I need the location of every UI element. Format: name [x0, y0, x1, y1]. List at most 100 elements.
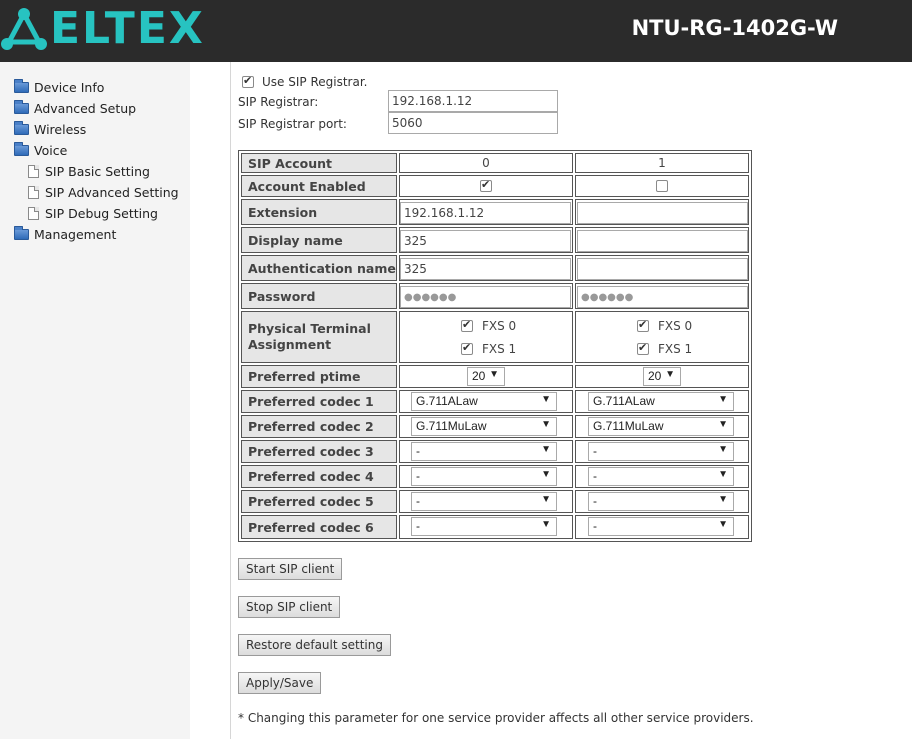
dropdown-arrow-icon: ▼	[541, 469, 551, 480]
account-1-enabled-checkbox[interactable]	[656, 180, 668, 192]
account-1-fxs0-label: FXS 0	[658, 319, 693, 333]
account-1-codec3-select[interactable]: - ▼	[588, 442, 734, 461]
sidebar-item-label: Device Info	[34, 79, 105, 95]
account-0-ptime-value: 20	[472, 369, 486, 383]
stop-sip-client-button[interactable]: Stop SIP client	[238, 596, 341, 618]
row-header-codec-1: Preferred codec 1	[241, 390, 397, 413]
dropdown-arrow-icon: ▼	[665, 369, 675, 380]
row-header-codec-3: Preferred codec 3	[241, 440, 397, 463]
restore-default-button[interactable]: Restore default setting	[238, 634, 391, 656]
logo-text: ELTEX	[50, 3, 205, 54]
sidebar-item-management[interactable]: Management	[14, 225, 116, 243]
folder-icon	[14, 78, 29, 93]
account-1-display-name-input[interactable]	[577, 230, 748, 252]
dropdown-arrow-icon: ▼	[718, 469, 728, 480]
account-1-fxs1-checkbox[interactable]	[637, 341, 649, 355]
dropdown-arrow-icon: ▼	[718, 519, 728, 530]
account-0-fxs1-label: FXS 1	[482, 342, 517, 356]
device-model: NTU-RG-1402G-W	[631, 16, 838, 40]
account-0-fxs0[interactable]: FXS 0	[461, 318, 517, 333]
account-0-password-input[interactable]: ●●●●●●	[400, 286, 571, 308]
apply-save-button[interactable]: Apply/Save	[238, 672, 322, 694]
sip-registrar-port-label: SIP Registrar port:	[238, 117, 347, 131]
page-icon	[28, 164, 39, 178]
account-0-enabled-checkbox[interactable]	[480, 178, 492, 192]
account-0-codec5-select[interactable]: - ▼	[411, 492, 557, 511]
sidebar-item-sip-basic-setting[interactable]: SIP Basic Setting	[28, 162, 150, 180]
account-1-codec4-select[interactable]: - ▼	[588, 467, 734, 486]
account-1-codec1-value: G.711ALaw	[593, 394, 655, 408]
sidebar-item-label: SIP Debug Setting	[45, 205, 158, 221]
account-0-codec1-value: G.711ALaw	[416, 394, 478, 408]
sidebar-item-wireless[interactable]: Wireless	[14, 120, 86, 138]
account-1-codec1-select[interactable]: G.711ALaw ▼	[588, 392, 734, 411]
account-0-codec2-select[interactable]: G.711MuLaw ▼	[411, 417, 557, 436]
account-0-fxs1-checkbox[interactable]	[461, 341, 473, 355]
dropdown-arrow-icon: ▼	[718, 419, 728, 430]
row-header-codec-4: Preferred codec 4	[241, 465, 397, 488]
account-0-display-name-input[interactable]: 325	[400, 230, 571, 252]
account-1-fxs0[interactable]: FXS 0	[637, 318, 693, 333]
use-sip-registrar-checkbox[interactable]	[242, 74, 254, 88]
row-header-display-name: Display name	[241, 227, 397, 253]
folder-open-icon	[14, 141, 29, 156]
folder-icon	[14, 99, 29, 114]
account-1-codec4-value: -	[593, 469, 597, 483]
account-0-fxs0-checkbox[interactable]	[461, 318, 473, 332]
account-1-codec6-value: -	[593, 519, 597, 533]
account-0-extension-input[interactable]: 192.168.1.12	[400, 202, 571, 224]
sip-registrar-label: SIP Registrar:	[238, 95, 319, 109]
account-0-id: 0	[399, 153, 573, 173]
folder-icon	[14, 225, 29, 240]
sidebar-item-label: Voice	[34, 142, 68, 158]
account-1-ptime-select[interactable]: 20 ▼	[643, 367, 681, 386]
account-0-enabled-cell	[399, 175, 573, 197]
account-1-codec2-value: G.711MuLaw	[593, 419, 664, 433]
sidebar-item-sip-advanced-setting[interactable]: SIP Advanced Setting	[28, 183, 179, 201]
sidebar-item-label: Wireless	[34, 121, 87, 137]
sip-registrar-port-input[interactable]: 5060	[388, 112, 558, 134]
account-0-codec6-value: -	[416, 519, 420, 533]
folder-icon	[14, 120, 29, 135]
account-1-fxs1[interactable]: FXS 1	[637, 341, 692, 356]
sidebar-item-label: Advanced Setup	[34, 100, 137, 116]
row-header-account-enabled: Account Enabled	[241, 175, 397, 197]
sidebar-item-sip-debug-setting[interactable]: SIP Debug Setting	[28, 204, 158, 222]
account-0-ptime-select[interactable]: 20 ▼	[467, 367, 505, 386]
account-0-codec3-select[interactable]: - ▼	[411, 442, 557, 461]
account-0-codec1-select[interactable]: G.711ALaw ▼	[411, 392, 557, 411]
content-divider	[230, 62, 231, 739]
sidebar-item-voice[interactable]: Voice	[14, 141, 67, 159]
row-header-sip-account: SIP Account	[241, 153, 397, 173]
account-1-extension-input[interactable]	[577, 202, 748, 224]
account-0-codec6-select[interactable]: - ▼	[411, 517, 557, 536]
dropdown-arrow-icon: ▼	[489, 369, 499, 380]
account-1-id: 1	[575, 153, 749, 173]
page-icon	[28, 206, 39, 220]
account-1-codec2-select[interactable]: G.711MuLaw ▼	[588, 417, 734, 436]
account-1-codec3-value: -	[593, 444, 597, 458]
row-header-extension: Extension	[241, 199, 397, 225]
account-1-auth-name-input[interactable]	[577, 258, 748, 280]
account-0-codec4-select[interactable]: - ▼	[411, 467, 557, 486]
account-1-password-input[interactable]: ●●●●●●	[577, 286, 748, 308]
row-header-codec-6: Preferred codec 6	[241, 515, 397, 539]
account-1-codec5-select[interactable]: - ▼	[588, 492, 734, 511]
sidebar-item-device-info[interactable]: Device Info	[14, 78, 104, 96]
account-0-auth-name-input[interactable]: 325	[400, 258, 571, 280]
row-header-password: Password	[241, 283, 397, 309]
account-1-ptime-value: 20	[648, 369, 662, 383]
account-1-codec6-select[interactable]: - ▼	[588, 517, 734, 536]
account-1-enabled-cell	[575, 175, 749, 197]
account-0-fxs0-label: FXS 0	[482, 319, 517, 333]
dropdown-arrow-icon: ▼	[718, 444, 728, 455]
sidebar-item-advanced-setup[interactable]: Advanced Setup	[14, 99, 136, 117]
account-1-codec5-value: -	[593, 494, 597, 508]
account-1-fxs0-checkbox[interactable]	[637, 318, 649, 332]
row-header-codec-5: Preferred codec 5	[241, 490, 397, 513]
start-sip-client-button[interactable]: Start SIP client	[238, 558, 343, 580]
dropdown-arrow-icon: ▼	[718, 394, 728, 405]
account-0-fxs1[interactable]: FXS 1	[461, 341, 517, 356]
dropdown-arrow-icon: ▼	[541, 519, 551, 530]
sip-registrar-input[interactable]: 192.168.1.12	[388, 90, 558, 112]
